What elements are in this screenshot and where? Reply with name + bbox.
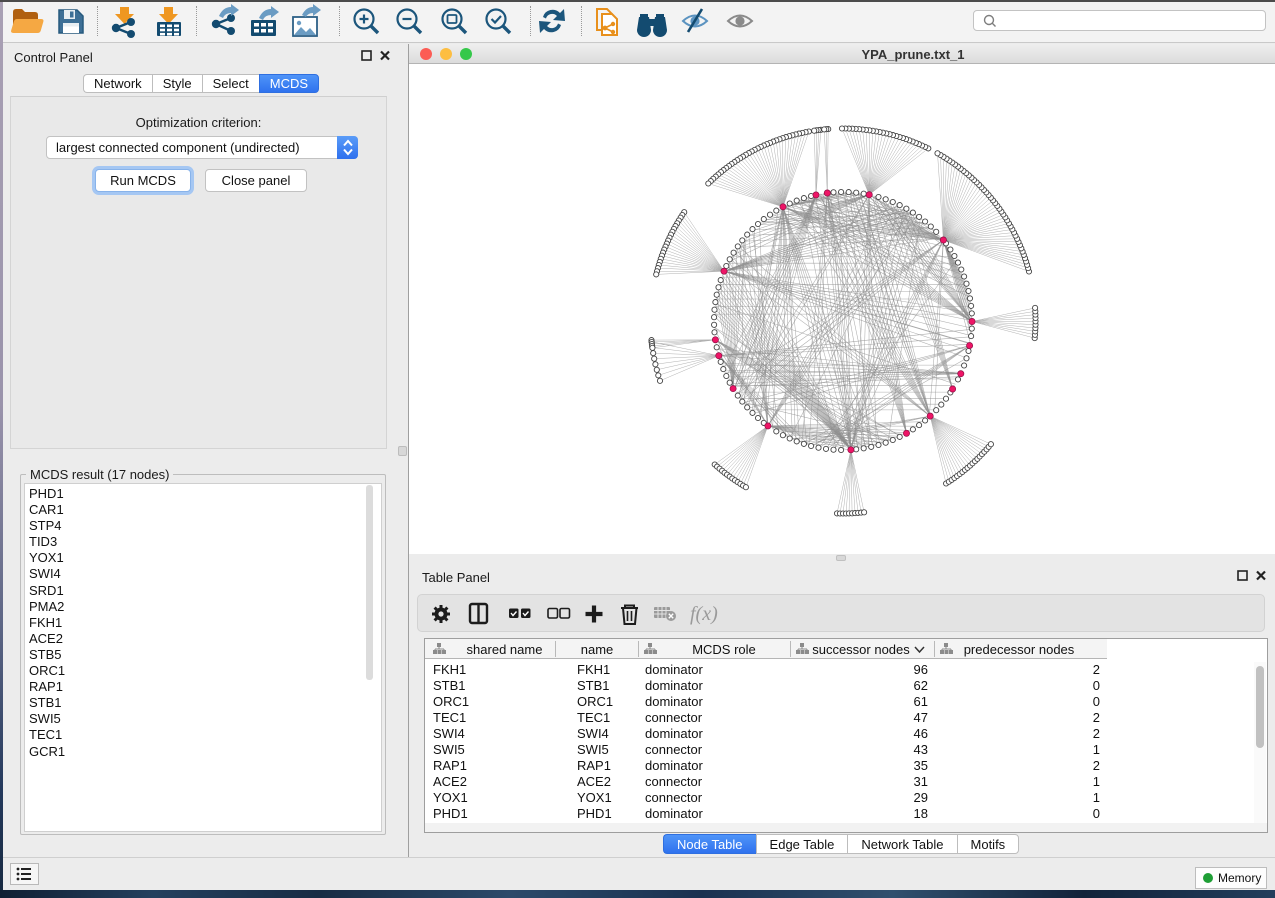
svg-text:f(x): f(x) xyxy=(690,603,718,625)
